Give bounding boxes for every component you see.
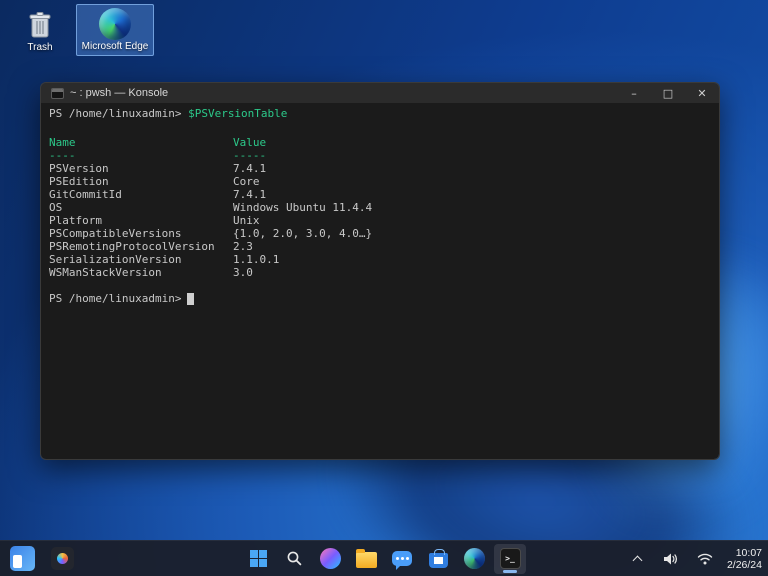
store-icon	[429, 553, 448, 568]
edge-taskbar-icon	[464, 548, 485, 569]
store-button[interactable]	[422, 544, 454, 574]
terminal-icon: >_	[500, 548, 521, 569]
table-underline-name: ----	[49, 149, 233, 162]
clock-date: 2/26/24	[727, 559, 762, 571]
file-explorer-button[interactable]	[350, 544, 382, 574]
table-underline-value: -----	[233, 149, 266, 162]
edge-button[interactable]	[458, 544, 490, 574]
table-row: OSWindows Ubuntu 11.4.4	[49, 201, 711, 214]
network-button[interactable]	[693, 544, 717, 574]
start-button[interactable]	[242, 544, 274, 574]
terminal-prompt-line: PS /home/linuxadmin>	[49, 292, 711, 305]
maximize-button[interactable]: □	[651, 83, 685, 103]
edge-icon-label: Microsoft Edge	[77, 41, 153, 52]
volume-button[interactable]	[659, 544, 683, 574]
table-row: SerializationVersion1.1.0.1	[49, 253, 711, 266]
table-header-value: Value	[233, 136, 266, 149]
taskbar-clock[interactable]: 10:07 2/26/24	[727, 547, 762, 571]
clock-time: 10:07	[727, 547, 762, 559]
table-row: PSEditionCore	[49, 175, 711, 188]
chevron-up-icon	[633, 555, 643, 565]
table-row: PSCompatibleVersions{1.0, 2.0, 3.0, 4.0……	[49, 227, 711, 240]
edge-icon	[77, 7, 153, 41]
desktop-icon-trash[interactable]: Trash	[12, 8, 68, 53]
chat-button[interactable]	[386, 544, 418, 574]
konsole-window: ~ : pwsh — Konsole – □ ✕ PS /home/linuxa…	[40, 82, 720, 460]
widgets-icon	[10, 546, 35, 571]
terminal-command-line: PS /home/linuxadmin> $PSVersionTable	[49, 107, 711, 120]
window-titlebar[interactable]: ~ : pwsh — Konsole – □ ✕	[41, 83, 719, 103]
table-header-row: NameValue	[49, 136, 711, 149]
prompt-text: PS /home/linuxadmin>	[49, 107, 181, 120]
taskbar-center-group: >_	[242, 544, 526, 574]
close-button[interactable]: ✕	[685, 83, 719, 103]
konsole-app-icon	[51, 88, 64, 99]
konsole-button[interactable]: >_	[494, 544, 526, 574]
table-underline-row: ---------	[49, 149, 711, 162]
table-row: PSVersion7.4.1	[49, 162, 711, 175]
virtual-desktop-icon	[51, 547, 74, 570]
table-row: WSManStackVersion3.0	[49, 266, 711, 279]
file-explorer-icon	[356, 552, 377, 568]
search-button[interactable]	[278, 544, 310, 574]
chat-icon	[392, 551, 412, 566]
window-title: ~ : pwsh — Konsole	[70, 87, 168, 99]
widgets-button[interactable]	[6, 544, 38, 574]
volume-icon	[663, 552, 679, 566]
wifi-icon	[697, 552, 713, 565]
taskbar-left-group	[6, 544, 78, 574]
copilot-button[interactable]	[314, 544, 346, 574]
table-row: GitCommitId7.4.1	[49, 188, 711, 201]
prompt-text: PS /home/linuxadmin>	[49, 292, 181, 305]
taskbar: >_ 10:07 2/26/24	[0, 540, 768, 576]
table-header-name: Name	[49, 136, 233, 149]
hidden-icons-button[interactable]	[627, 544, 649, 574]
minimize-button[interactable]: –	[617, 83, 651, 103]
copilot-icon	[320, 548, 341, 569]
windows-logo-icon	[250, 550, 267, 567]
table-row: PSRemotingProtocolVersion2.3	[49, 240, 711, 253]
desktop-icon-edge[interactable]: Microsoft Edge	[76, 4, 154, 56]
terminal-content[interactable]: PS /home/linuxadmin> $PSVersionTable Nam…	[41, 103, 719, 460]
command-text: $PSVersionTable	[188, 107, 287, 120]
taskbar-tray-group: 10:07 2/26/24	[627, 544, 762, 574]
table-row: PlatformUnix	[49, 214, 711, 227]
trash-icon	[12, 8, 68, 42]
virtual-desktop-button[interactable]	[46, 544, 78, 574]
terminal-table-rows: PSVersion7.4.1PSEditionCoreGitCommitId7.…	[49, 162, 711, 279]
search-icon	[286, 550, 303, 567]
terminal-cursor	[187, 293, 194, 305]
trash-icon-label: Trash	[12, 42, 68, 53]
